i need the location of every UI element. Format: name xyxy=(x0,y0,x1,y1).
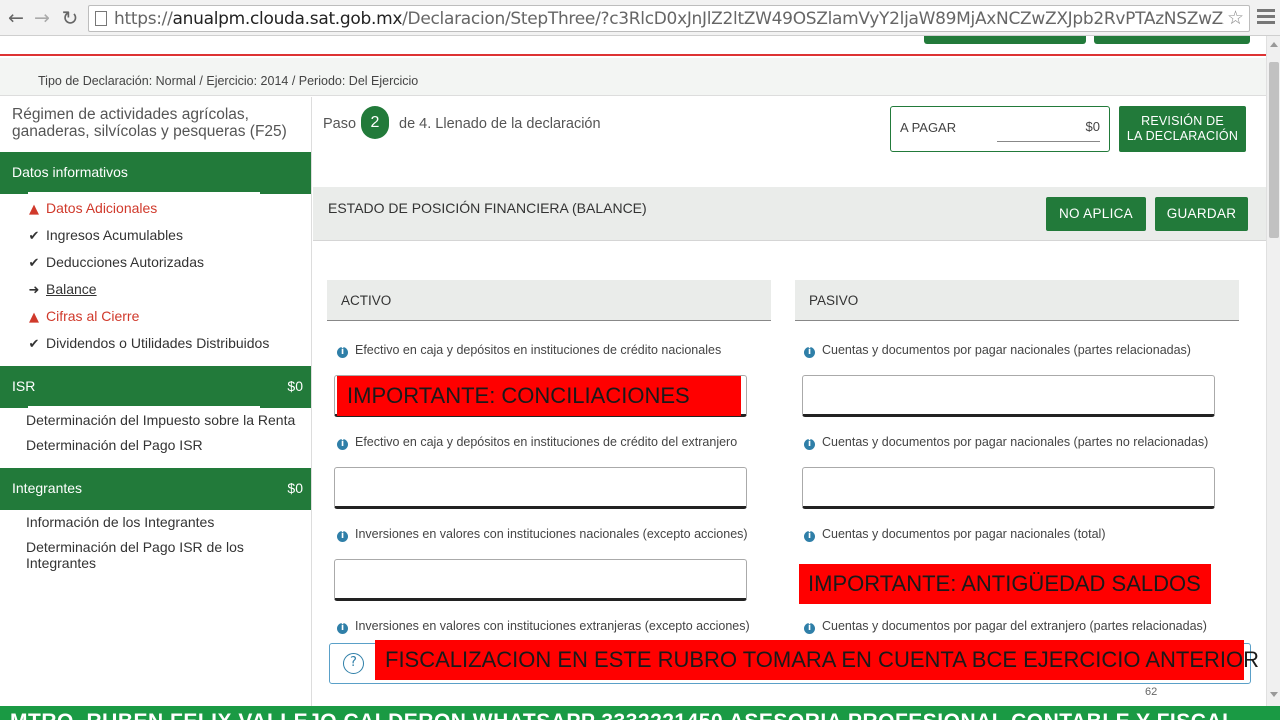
reload-icon[interactable]: ↻ xyxy=(58,6,82,30)
pasivo-field-label-4: i Cuentas y documentos por pagar del extr… xyxy=(804,619,1207,634)
sidebar-item-pago-isr-integrantes[interactable]: Determinación del Pago ISR de los Integr… xyxy=(26,539,311,571)
sidebar: Régimen de actividades agrícolas, ganade… xyxy=(0,97,312,706)
info-icon[interactable]: i xyxy=(337,439,348,450)
pasivo-input-1[interactable] xyxy=(802,375,1215,417)
activo-field-label-2: i Efectivo en caja y depósitos en institu… xyxy=(337,435,737,450)
warning-icon: ▲ xyxy=(29,310,39,325)
info-icon[interactable]: i xyxy=(804,623,815,634)
balance-title: ESTADO DE POSICIÓN FINANCIERA (BALANCE) xyxy=(328,200,647,216)
isr-total: $0 xyxy=(287,378,303,394)
check-circle-icon: ✔ xyxy=(28,337,40,352)
sidebar-item-datos-adicionales[interactable]: ▲ Datos Adicionales xyxy=(26,200,157,217)
pasivo-field-label-1: i Cuentas y documentos por pagar nacional… xyxy=(804,343,1191,358)
step-prefix: Paso xyxy=(323,116,357,132)
step-number-badge: 2 xyxy=(361,106,389,139)
header-button-1[interactable] xyxy=(924,36,1086,44)
annotation-conciliaciones: IMPORTANTE: CONCILIACIONES xyxy=(337,376,741,416)
a-pagar-box: A PAGAR $0 xyxy=(890,106,1110,152)
integrantes-total: $0 xyxy=(287,480,303,496)
no-aplica-button[interactable]: NO APLICA xyxy=(1046,197,1146,231)
back-arrow-icon[interactable]: ← xyxy=(4,6,28,30)
browser-menu-icon[interactable] xyxy=(1257,9,1275,25)
section-header-isr[interactable]: ISR $0 xyxy=(0,366,311,408)
activo-field-label-1: i Efectivo en caja y depósitos en institu… xyxy=(337,343,721,358)
browser-toolbar: ← → ↻ https://anualpm.clouda.sat.gob.mx/… xyxy=(0,0,1280,36)
check-circle-icon: ✔ xyxy=(28,229,40,244)
activo-header: ACTIVO xyxy=(327,280,771,321)
scroll-up-icon[interactable] xyxy=(1270,42,1278,47)
sidebar-item-informacion-integrantes[interactable]: Información de los Integrantes xyxy=(26,514,214,530)
guardar-button[interactable]: GUARDAR xyxy=(1155,197,1248,231)
info-icon[interactable]: i xyxy=(804,531,815,542)
bookmark-star-icon[interactable]: ☆ xyxy=(1227,7,1244,29)
arrow-right-icon: ➜ xyxy=(28,283,40,298)
info-icon[interactable]: i xyxy=(337,531,348,542)
info-icon[interactable]: i xyxy=(337,623,348,634)
sidebar-item-dividendos[interactable]: ✔ Dividendos o Utilidades Distribuidos xyxy=(26,335,270,352)
a-pagar-value: $0 xyxy=(1085,119,1100,134)
activo-input-3[interactable] xyxy=(334,559,747,601)
forward-arrow-icon[interactable]: → xyxy=(30,6,54,30)
pasivo-input-2[interactable] xyxy=(802,467,1215,509)
sidebar-item-determinacion-impuesto[interactable]: Determinación del Impuesto sobre la Rent… xyxy=(26,412,295,428)
header-button-2[interactable] xyxy=(1094,36,1250,44)
warning-icon: ▲ xyxy=(29,202,39,217)
slide-number: 62 xyxy=(1145,686,1158,698)
activo-field-label-4: i Inversiones en valores con institucione… xyxy=(337,619,750,634)
address-bar[interactable]: https://anualpm.clouda.sat.gob.mx/Declar… xyxy=(88,5,1250,32)
footer-banner: MTRO. RUBEN FELIX VALLEJO CALDERON WHATS… xyxy=(0,706,1280,720)
page-scrollbar[interactable] xyxy=(1266,36,1280,706)
declaration-breadcrumb: Tipo de Declaración: Normal / Ejercicio:… xyxy=(38,74,419,88)
activo-input-2[interactable] xyxy=(334,467,747,509)
sidebar-item-balance[interactable]: ➜ Balance xyxy=(26,281,97,298)
pasivo-field-label-2: i Cuentas y documentos por pagar nacional… xyxy=(804,435,1208,450)
sidebar-item-deducciones-autorizadas[interactable]: ✔ Deducciones Autorizadas xyxy=(26,254,204,271)
question-icon[interactable]: ? xyxy=(343,653,364,674)
step-description: de 4. Llenado de la declaración xyxy=(399,116,601,132)
footer-banner-text: MTRO. RUBEN FELIX VALLEJO CALDERON WHATS… xyxy=(10,710,1235,720)
declaration-info-bar: Tipo de Declaración: Normal / Ejercicio:… xyxy=(0,58,1266,96)
info-icon[interactable]: i xyxy=(804,347,815,358)
check-circle-icon: ✔ xyxy=(28,256,40,271)
balance-section-header: ESTADO DE POSICIÓN FINANCIERA (BALANCE) … xyxy=(313,187,1266,241)
pasivo-header: PASIVO xyxy=(795,280,1239,321)
pasivo-field-label-3: i Cuentas y documentos por pagar nacional… xyxy=(804,527,1106,542)
regime-title: Régimen de actividades agrícolas, ganade… xyxy=(12,106,287,140)
annotation-antiguedad-saldos: IMPORTANTE: ANTIGÜEDAD SALDOS xyxy=(799,564,1211,604)
page-icon xyxy=(95,11,107,26)
info-icon[interactable]: i xyxy=(804,439,815,450)
sidebar-item-cifras-al-cierre[interactable]: ▲ Cifras al Cierre xyxy=(26,308,139,325)
section-header-integrantes[interactable]: Integrantes $0 xyxy=(0,468,311,510)
revision-declaracion-button[interactable]: REVISIÓN DE LA DECLARACIÓN xyxy=(1119,106,1246,152)
sidebar-item-ingresos-acumulables[interactable]: ✔ Ingresos Acumulables xyxy=(26,227,183,244)
section-header-datos-informativos[interactable]: Datos informativos xyxy=(0,152,311,194)
sidebar-item-determinacion-pago-isr[interactable]: Determinación del Pago ISR xyxy=(26,437,203,453)
info-icon[interactable]: i xyxy=(337,347,348,358)
annotation-fiscalizacion: FISCALIZACION EN ESTE RUBRO TOMARA EN CU… xyxy=(375,640,1259,680)
activo-field-label-3: i Inversiones en valores con institucione… xyxy=(337,527,748,542)
a-pagar-label: A PAGAR xyxy=(900,120,957,135)
url-text[interactable]: https://anualpm.clouda.sat.gob.mx/Declar… xyxy=(114,9,1224,29)
scroll-thumb[interactable] xyxy=(1269,62,1279,238)
scroll-down-icon[interactable] xyxy=(1270,692,1278,697)
